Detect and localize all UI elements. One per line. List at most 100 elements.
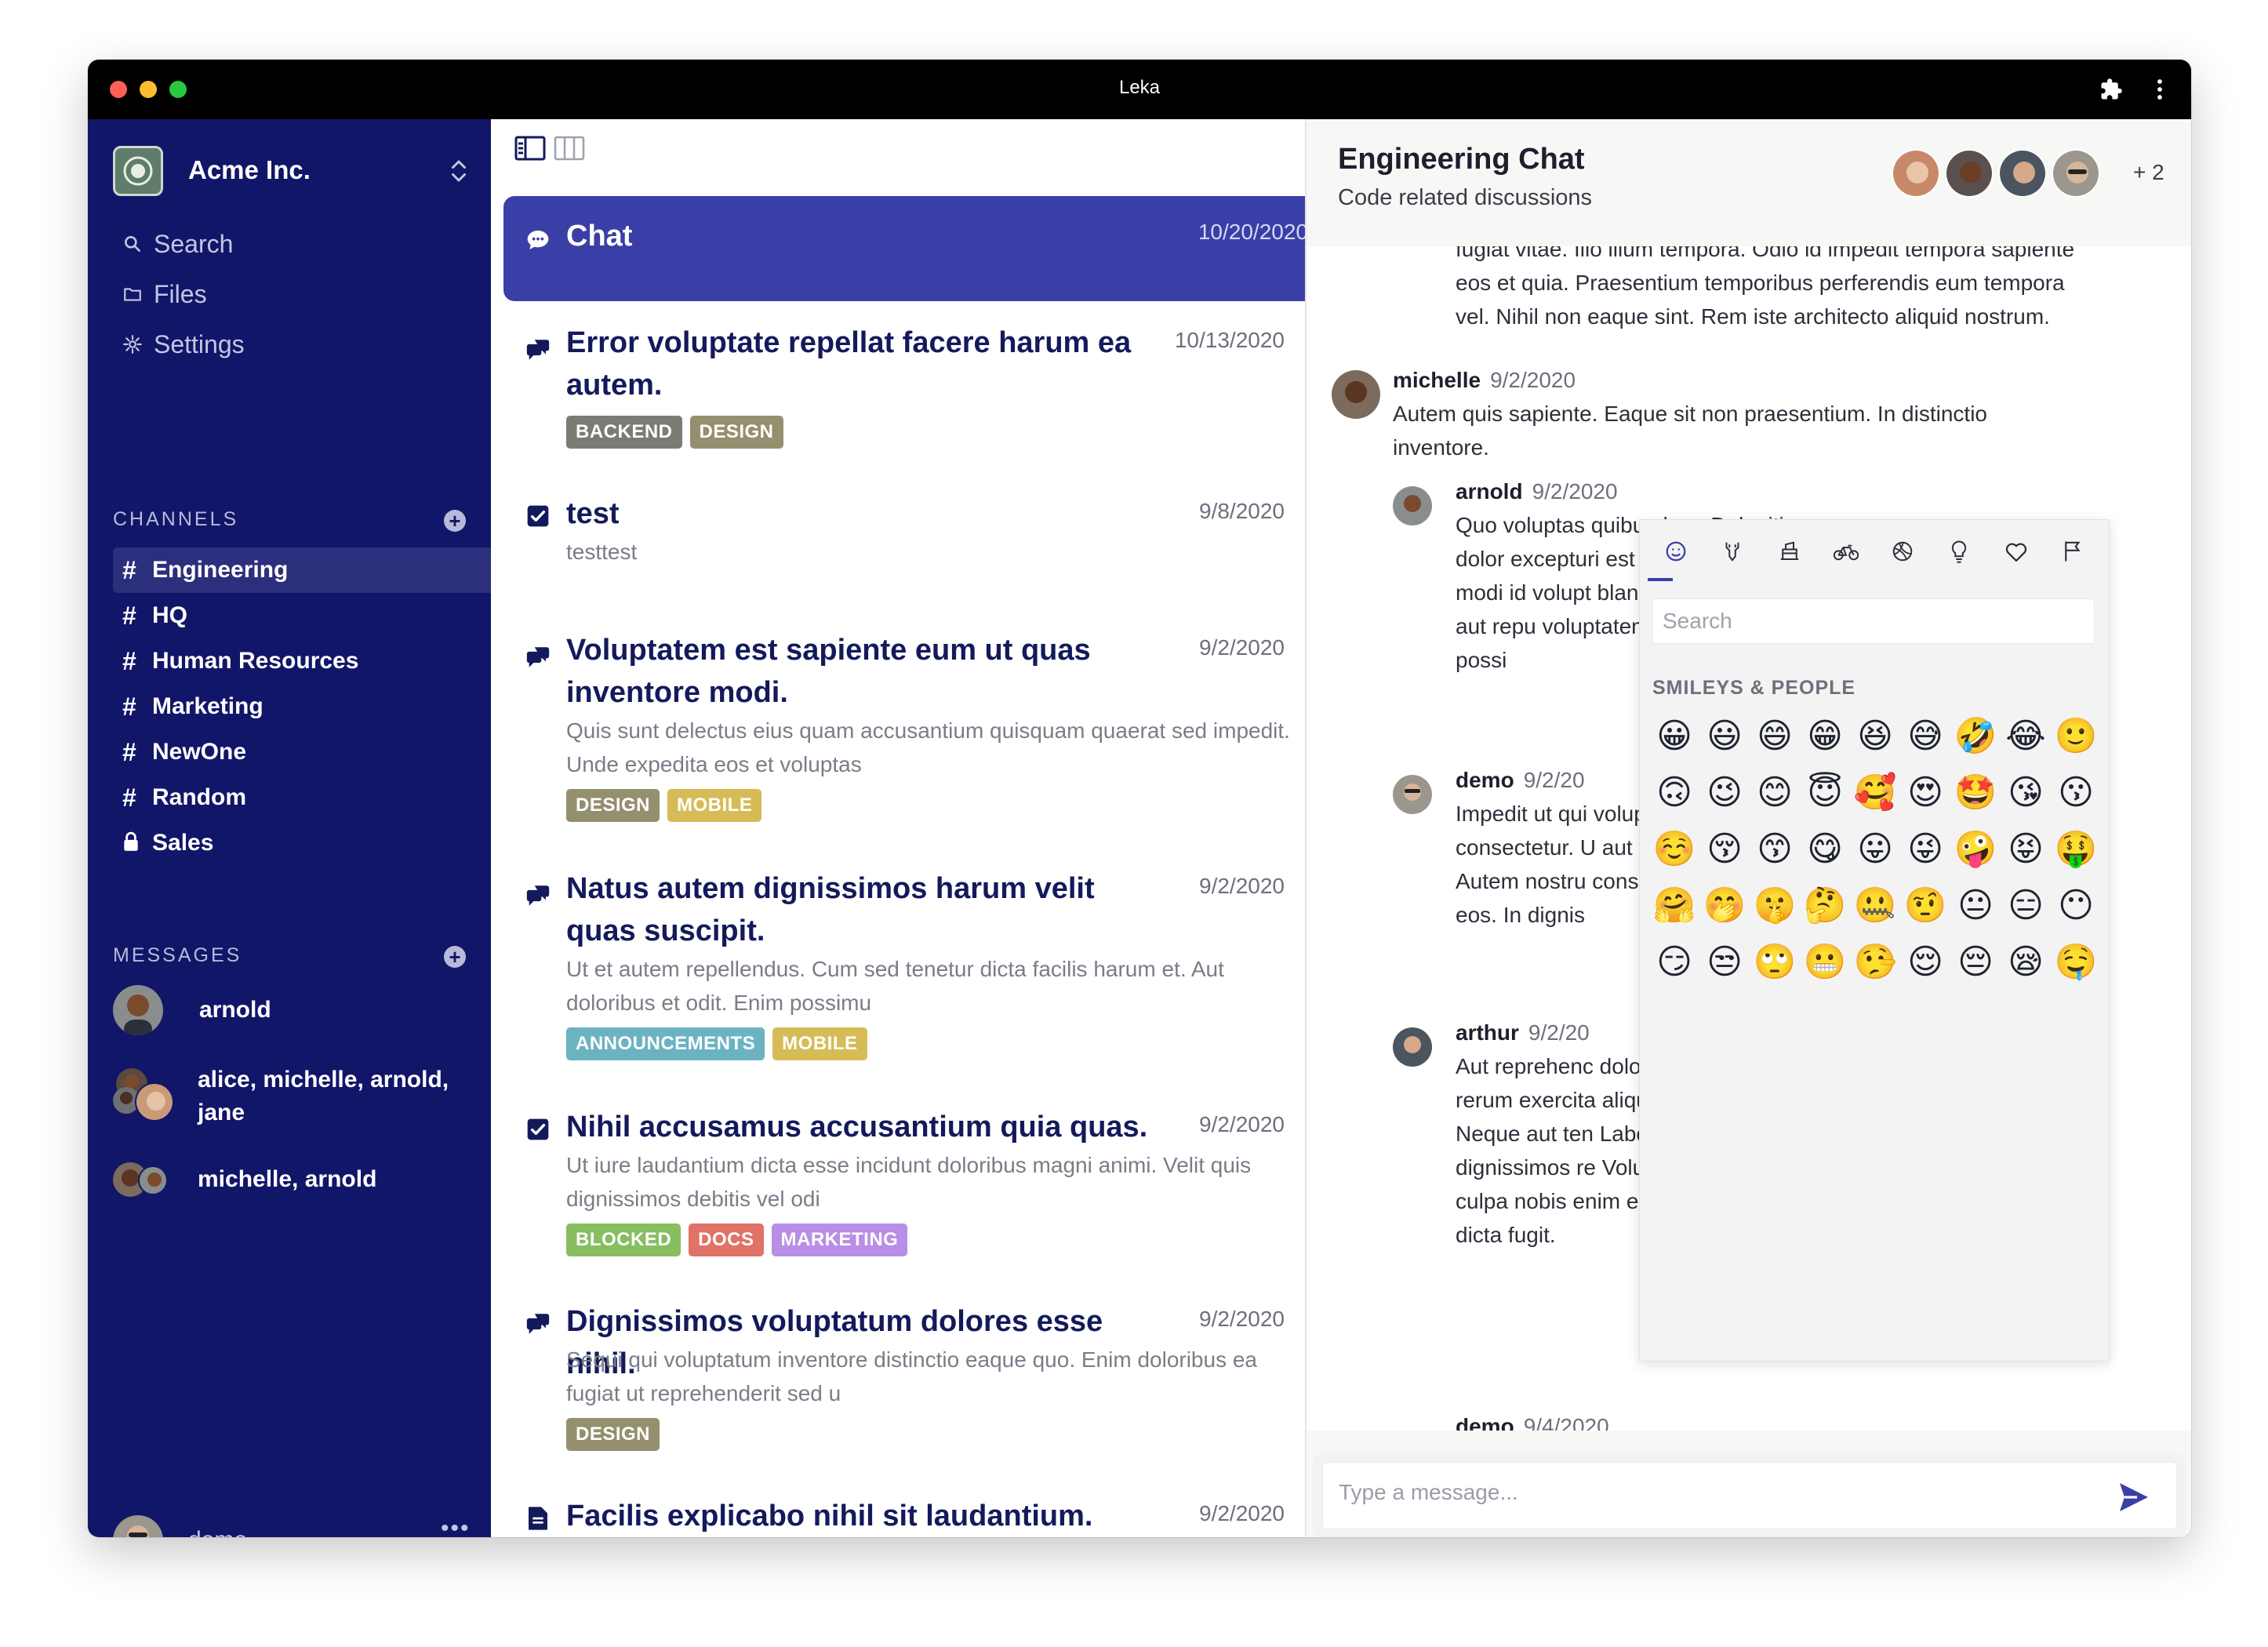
nav-files[interactable]: Files (122, 274, 207, 314)
emoji-search-input[interactable]: Search (1652, 598, 2095, 644)
workspace-name[interactable]: Acme Inc. (188, 155, 311, 185)
emoji-button[interactable]: 🤑 (2051, 821, 2101, 878)
emoji-button[interactable]: 🤤 (2051, 934, 2101, 991)
smiley-icon[interactable] (1660, 536, 1692, 567)
emoji-button[interactable]: 😘 (2001, 765, 2051, 821)
emoji-button[interactable]: 🤩 (1950, 765, 2001, 821)
emoji-button[interactable]: 😪 (2001, 934, 2051, 991)
bulb-icon[interactable] (1943, 536, 1975, 567)
channel-random[interactable]: # Random (113, 775, 491, 820)
message-author[interactable]: michelle (1393, 368, 1481, 392)
emoji-button[interactable]: 🙃 (1649, 765, 1699, 821)
emoji-button[interactable]: 😒 (1699, 934, 1750, 991)
tag[interactable]: MOBILE (772, 1027, 867, 1060)
add-message-button[interactable]: + (444, 946, 466, 968)
emoji-button[interactable]: 😉 (1699, 765, 1750, 821)
emoji-button[interactable]: 😴 (1649, 991, 1699, 995)
emoji-button[interactable]: 😍 (1900, 765, 1950, 821)
list-view-icon[interactable] (514, 135, 546, 162)
emoji-button[interactable]: 😑 (2001, 878, 2051, 934)
emoji-button[interactable]: 🤪 (1950, 821, 2001, 878)
message-author[interactable]: demo (1456, 1414, 1514, 1431)
members-more[interactable]: + 2 (2133, 160, 2164, 185)
emoji-button[interactable]: 😂 (2001, 708, 2051, 765)
channel-marketing[interactable]: # Marketing (113, 684, 491, 729)
list-item-discussion[interactable]: Dignissimos voluptatum dolores esse nihi… (503, 1299, 1303, 1479)
message-composer[interactable]: Type a message... (1322, 1462, 2177, 1529)
emoji-button[interactable]: 😏 (1649, 934, 1699, 991)
emoji-button[interactable]: 😌 (1900, 934, 1950, 991)
emoji-button[interactable]: 😊 (1750, 765, 1800, 821)
column-view-icon[interactable] (554, 135, 585, 162)
channel-human-resources[interactable]: # Human Resources (113, 638, 491, 684)
emoji-button[interactable]: 😚 (1699, 821, 1750, 878)
emoji-button[interactable]: 😙 (1750, 821, 1800, 878)
animal-icon[interactable] (1717, 536, 1748, 567)
tag[interactable]: MOBILE (667, 789, 762, 822)
emoji-button[interactable]: 😇 (1800, 765, 1850, 821)
emoji-button[interactable]: 😐 (1950, 878, 2001, 934)
user-menu-button[interactable]: ••• (441, 1515, 471, 1537)
tag[interactable]: BACKEND (566, 416, 682, 449)
emoji-button[interactable]: 🤥 (1850, 934, 1900, 991)
emoji-button[interactable]: 🤧 (1950, 991, 2001, 995)
list-item-discussion[interactable]: Error voluptate repellat facere harum ea… (503, 320, 1303, 477)
emoji-button[interactable]: 🥶 (2051, 991, 2101, 995)
nav-settings[interactable]: Settings (122, 325, 245, 364)
list-item-discussion[interactable]: Voluptatem est sapiente eum ut quas inve… (503, 627, 1303, 847)
tag[interactable]: ANNOUNCEMENTS (566, 1027, 765, 1060)
emoji-button[interactable]: 🤐 (1850, 878, 1900, 934)
emoji-button[interactable]: 🤕 (1800, 991, 1850, 995)
emoji-button[interactable]: 🤭 (1699, 878, 1750, 934)
emoji-button[interactable]: 🤫 (1750, 878, 1800, 934)
list-item-chat[interactable]: Chat 10/20/2020 (503, 196, 1305, 301)
channel-sales[interactable]: Sales (113, 820, 491, 866)
list-item-task[interactable]: test 9/8/2020 testtest (503, 491, 1303, 616)
emoji-button[interactable]: 🤢 (1850, 991, 1900, 995)
dm-michelle-arnold[interactable]: michelle, arnold (113, 1161, 482, 1198)
channel-engineering[interactable]: # Engineering (113, 547, 491, 593)
list-item-task[interactable]: Nihil accusamus accusantium quia quas. 9… (503, 1104, 1303, 1285)
emoji-button[interactable]: 😆 (1850, 708, 1900, 765)
member-avatars[interactable] (1892, 149, 2105, 198)
list-item-document[interactable]: Facilis explicabo nihil sit laudantium. … (503, 1493, 1303, 1537)
emoji-button[interactable]: 😔 (1950, 934, 2001, 991)
emoji-button[interactable]: 😷 (1699, 991, 1750, 995)
emoji-button[interactable]: 😁 (1800, 708, 1850, 765)
emoji-button[interactable]: 😄 (1750, 708, 1800, 765)
food-icon[interactable] (1774, 536, 1805, 567)
message-author[interactable]: arthur (1456, 1020, 1519, 1045)
tag[interactable]: MARKETING (771, 1223, 908, 1256)
heart-icon[interactable] (2001, 536, 2032, 567)
emoji-button[interactable]: 🥰 (1850, 765, 1900, 821)
emoji-button[interactable]: 😜 (1900, 821, 1950, 878)
emoji-button[interactable]: 🤣 (1950, 708, 2001, 765)
emoji-button[interactable]: 🤗 (1649, 878, 1699, 934)
tag[interactable]: DESIGN (566, 789, 660, 822)
tag[interactable]: BLOCKED (566, 1223, 681, 1256)
current-user[interactable]: demo (113, 1515, 247, 1537)
emoji-button[interactable]: 😅 (1900, 708, 1950, 765)
emoji-button[interactable]: 🙂 (2051, 708, 2101, 765)
flag-icon[interactable] (2057, 536, 2088, 567)
emoji-button[interactable]: 😬 (1800, 934, 1850, 991)
nav-search[interactable]: Search (122, 224, 233, 264)
send-icon[interactable] (2115, 1478, 2153, 1516)
emoji-button[interactable]: 🙄 (1750, 934, 1800, 991)
emoji-button[interactable]: 😀 (1649, 708, 1699, 765)
more-vertical-icon[interactable] (2146, 75, 2174, 104)
emoji-button[interactable]: 🤒 (1750, 991, 1800, 995)
dm-arnold[interactable]: arnold (113, 985, 482, 1035)
emoji-button[interactable]: 😝 (2001, 821, 2051, 878)
puzzle-icon[interactable] (2097, 75, 2125, 104)
ball-icon[interactable] (1887, 536, 1918, 567)
tag[interactable]: DOCS (689, 1223, 764, 1256)
emoji-button[interactable]: 🤮 (1900, 991, 1950, 995)
tag[interactable]: DESIGN (689, 416, 783, 449)
list-item-discussion[interactable]: Natus autem dignissimos harum velit quas… (503, 866, 1303, 1085)
emoji-button[interactable]: 😗 (2051, 765, 2101, 821)
chevron-up-down-icon[interactable] (447, 157, 471, 185)
dm-group-alice-michelle-arnold-jane[interactable]: alice, michelle, arnold, jane (113, 1063, 482, 1129)
emoji-button[interactable]: ☺️ (1649, 821, 1699, 878)
channel-hq[interactable]: # HQ (113, 593, 491, 638)
